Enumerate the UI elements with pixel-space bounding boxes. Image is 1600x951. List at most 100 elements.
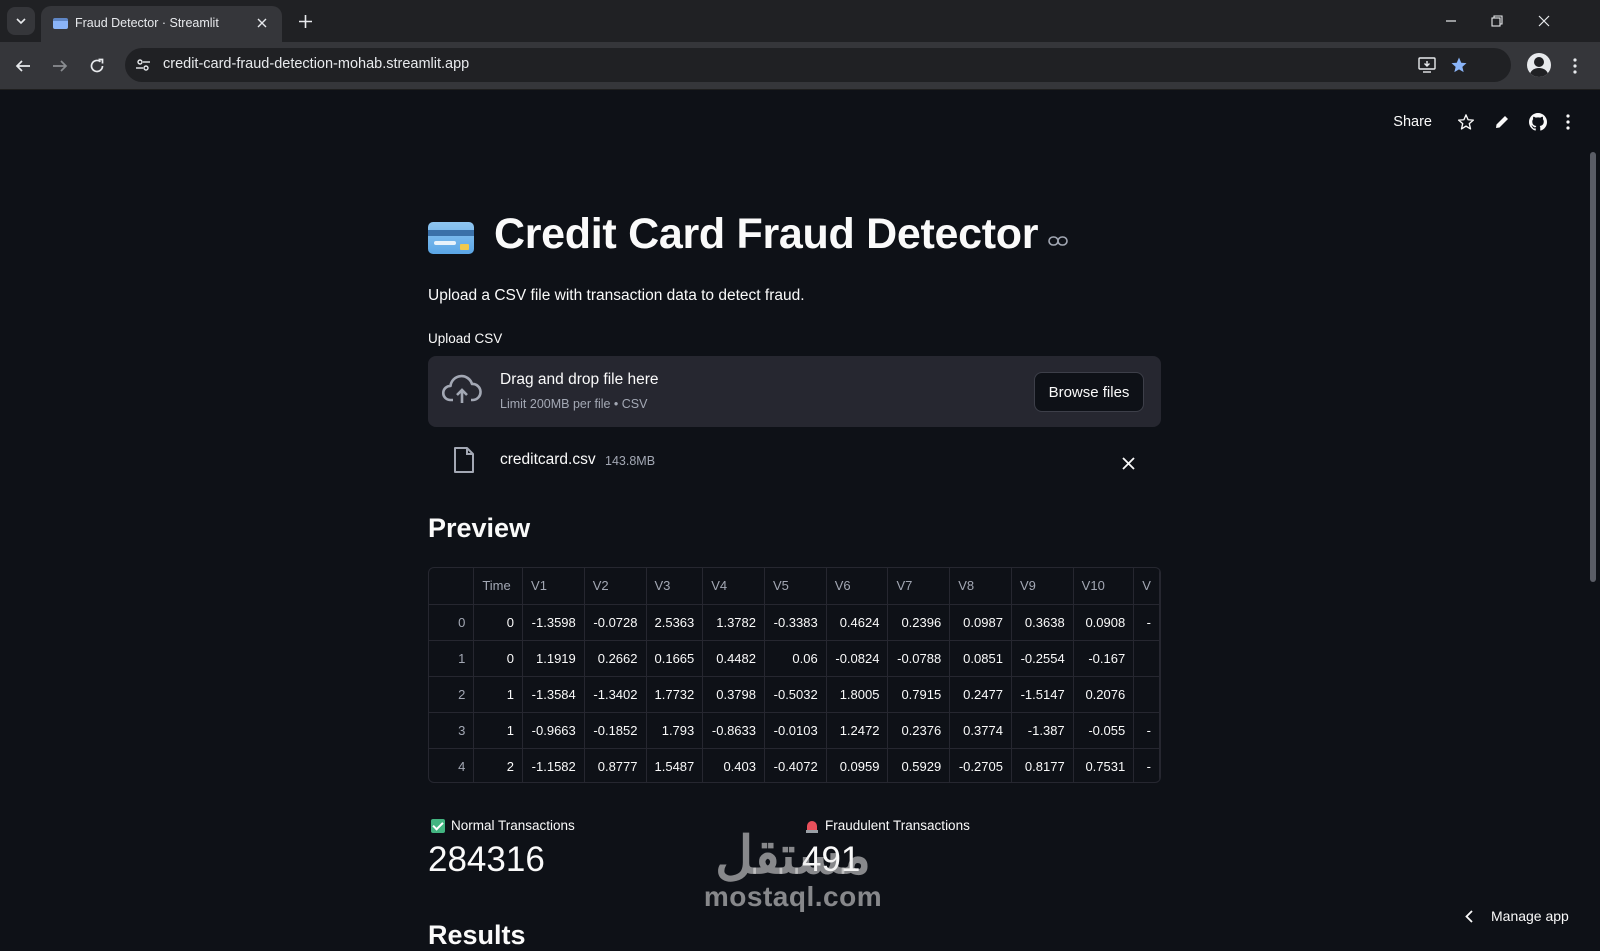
table-cell[interactable]: 0.06 [764, 640, 827, 677]
profile-avatar[interactable] [1527, 53, 1551, 77]
column-header[interactable]: V9 [1011, 568, 1074, 605]
table-cell[interactable]: 0.8177 [1011, 748, 1074, 782]
table-cell[interactable]: -0.055 [1073, 712, 1135, 749]
file-dropzone[interactable]: Drag and drop file here Limit 200MB per … [428, 356, 1161, 427]
new-tab-button[interactable] [293, 9, 317, 33]
minimize-button[interactable] [1438, 8, 1464, 34]
table-cell[interactable]: 0.3638 [1011, 604, 1074, 641]
table-cell[interactable]: - [1133, 712, 1160, 749]
table-cell[interactable]: 0.0987 [949, 604, 1012, 641]
address-bar[interactable]: credit-card-fraud-detection-mohab.stream… [125, 48, 1511, 82]
page-scrollbar[interactable] [1590, 152, 1596, 582]
column-header[interactable]: V6 [826, 568, 889, 605]
bookmark-button[interactable] [1447, 53, 1471, 77]
tab-close-button[interactable] [252, 13, 272, 33]
remove-file-button[interactable] [1118, 453, 1138, 473]
table-cell[interactable]: 0.2662 [584, 640, 647, 677]
site-info-button[interactable] [131, 53, 155, 77]
table-cell[interactable]: 0.0851 [949, 640, 1012, 677]
table-cell[interactable]: -0.0788 [887, 640, 951, 677]
table-cell[interactable]: 0.7531 [1073, 748, 1135, 782]
install-app-button[interactable] [1415, 53, 1439, 77]
tab-search-button[interactable] [7, 7, 35, 35]
table-cell[interactable]: 0.8777 [584, 748, 647, 782]
table-cell[interactable]: -0.1852 [584, 712, 647, 749]
app-menu-button[interactable] [1556, 108, 1580, 136]
table-cell[interactable]: 1.8005 [826, 676, 889, 713]
row-index-cell[interactable]: 3 [429, 712, 475, 749]
table-cell[interactable]: 1.793 [646, 712, 704, 749]
column-header[interactable]: V1 [522, 568, 585, 605]
column-header[interactable]: V [1133, 568, 1160, 605]
favorite-button[interactable] [1448, 108, 1484, 136]
table-cell[interactable]: 1 [473, 676, 524, 713]
table-cell[interactable]: -0.4072 [764, 748, 827, 782]
column-header[interactable]: V5 [764, 568, 827, 605]
table-cell[interactable]: 0.403 [702, 748, 765, 782]
row-index-cell[interactable]: 4 [429, 748, 475, 782]
table-cell[interactable]: 0.1665 [646, 640, 704, 677]
table-cell[interactable]: 0.2376 [887, 712, 951, 749]
table-cell[interactable]: -1.3402 [584, 676, 647, 713]
row-index-cell[interactable]: 0 [429, 604, 475, 641]
table-cell[interactable]: 1.5487 [646, 748, 704, 782]
share-button[interactable]: Share [1393, 114, 1432, 130]
table-cell[interactable]: 0.7915 [887, 676, 951, 713]
table-cell[interactable]: 0.2396 [887, 604, 951, 641]
table-cell[interactable]: -1.387 [1011, 712, 1074, 749]
table-cell[interactable]: 0.0959 [826, 748, 889, 782]
reload-button[interactable] [82, 51, 112, 81]
table-cell[interactable]: 2 [473, 748, 524, 782]
table-cell[interactable]: 0.4624 [826, 604, 889, 641]
table-cell[interactable]: -1.3598 [522, 604, 585, 641]
row-index-cell[interactable]: 2 [429, 676, 475, 713]
browser-menu-button[interactable] [1565, 54, 1585, 78]
table-cell[interactable]: 1 [473, 712, 524, 749]
browser-tab[interactable]: Fraud Detector · Streamlit [41, 6, 282, 42]
table-cell[interactable]: -0.0824 [826, 640, 889, 677]
column-header[interactable]: V4 [702, 568, 765, 605]
row-index-cell[interactable]: 1 [429, 640, 475, 677]
manage-app-button[interactable]: Manage app [1465, 908, 1569, 924]
table-cell[interactable]: 1.1919 [522, 640, 585, 677]
link-icon[interactable] [1048, 235, 1068, 247]
table-cell[interactable]: -1.3584 [522, 676, 585, 713]
table-cell[interactable]: 2.5363 [646, 604, 704, 641]
table-cell[interactable]: 0 [473, 604, 524, 641]
back-button[interactable] [8, 51, 38, 81]
column-header[interactable]: Time [473, 568, 524, 605]
table-cell[interactable]: -0.167 [1073, 640, 1135, 677]
table-cell[interactable]: 0.2076 [1073, 676, 1135, 713]
table-cell[interactable]: -1.1582 [522, 748, 585, 782]
close-window-button[interactable] [1531, 8, 1557, 34]
table-cell[interactable]: -0.5032 [764, 676, 827, 713]
preview-dataframe[interactable]: Time V1 V2 V3 V4 V5 V6 V7 V8 V9 V10 V 0 … [428, 567, 1161, 783]
table-cell[interactable]: 0.3798 [702, 676, 765, 713]
restore-button[interactable] [1484, 8, 1510, 34]
table-cell[interactable]: - [1133, 748, 1160, 782]
github-button[interactable] [1520, 108, 1556, 136]
column-header[interactable]: V8 [949, 568, 1012, 605]
table-cell[interactable]: -0.0103 [764, 712, 827, 749]
table-cell[interactable]: -0.2705 [949, 748, 1012, 782]
table-cell[interactable]: -0.9663 [522, 712, 585, 749]
table-cell[interactable]: -0.3383 [764, 604, 827, 641]
table-cell[interactable] [1133, 640, 1160, 677]
url-text[interactable]: credit-card-fraud-detection-mohab.stream… [163, 56, 469, 72]
table-cell[interactable]: -0.8633 [702, 712, 765, 749]
table-cell[interactable]: 1.2472 [826, 712, 889, 749]
table-cell[interactable]: -1.5147 [1011, 676, 1074, 713]
table-cell[interactable]: - [1133, 604, 1160, 641]
table-cell[interactable]: 0.3774 [949, 712, 1012, 749]
table-cell[interactable]: 1.7732 [646, 676, 704, 713]
table-cell[interactable]: 1.3782 [702, 604, 765, 641]
column-header[interactable]: V3 [646, 568, 704, 605]
table-cell[interactable] [1133, 676, 1160, 713]
table-cell[interactable]: 0.5929 [887, 748, 951, 782]
column-header-index[interactable] [429, 568, 475, 605]
edit-button[interactable] [1484, 108, 1520, 136]
table-cell[interactable]: -0.0728 [584, 604, 647, 641]
table-cell[interactable]: 0 [473, 640, 524, 677]
table-cell[interactable]: 0.2477 [949, 676, 1012, 713]
table-cell[interactable]: 0.0908 [1073, 604, 1135, 641]
